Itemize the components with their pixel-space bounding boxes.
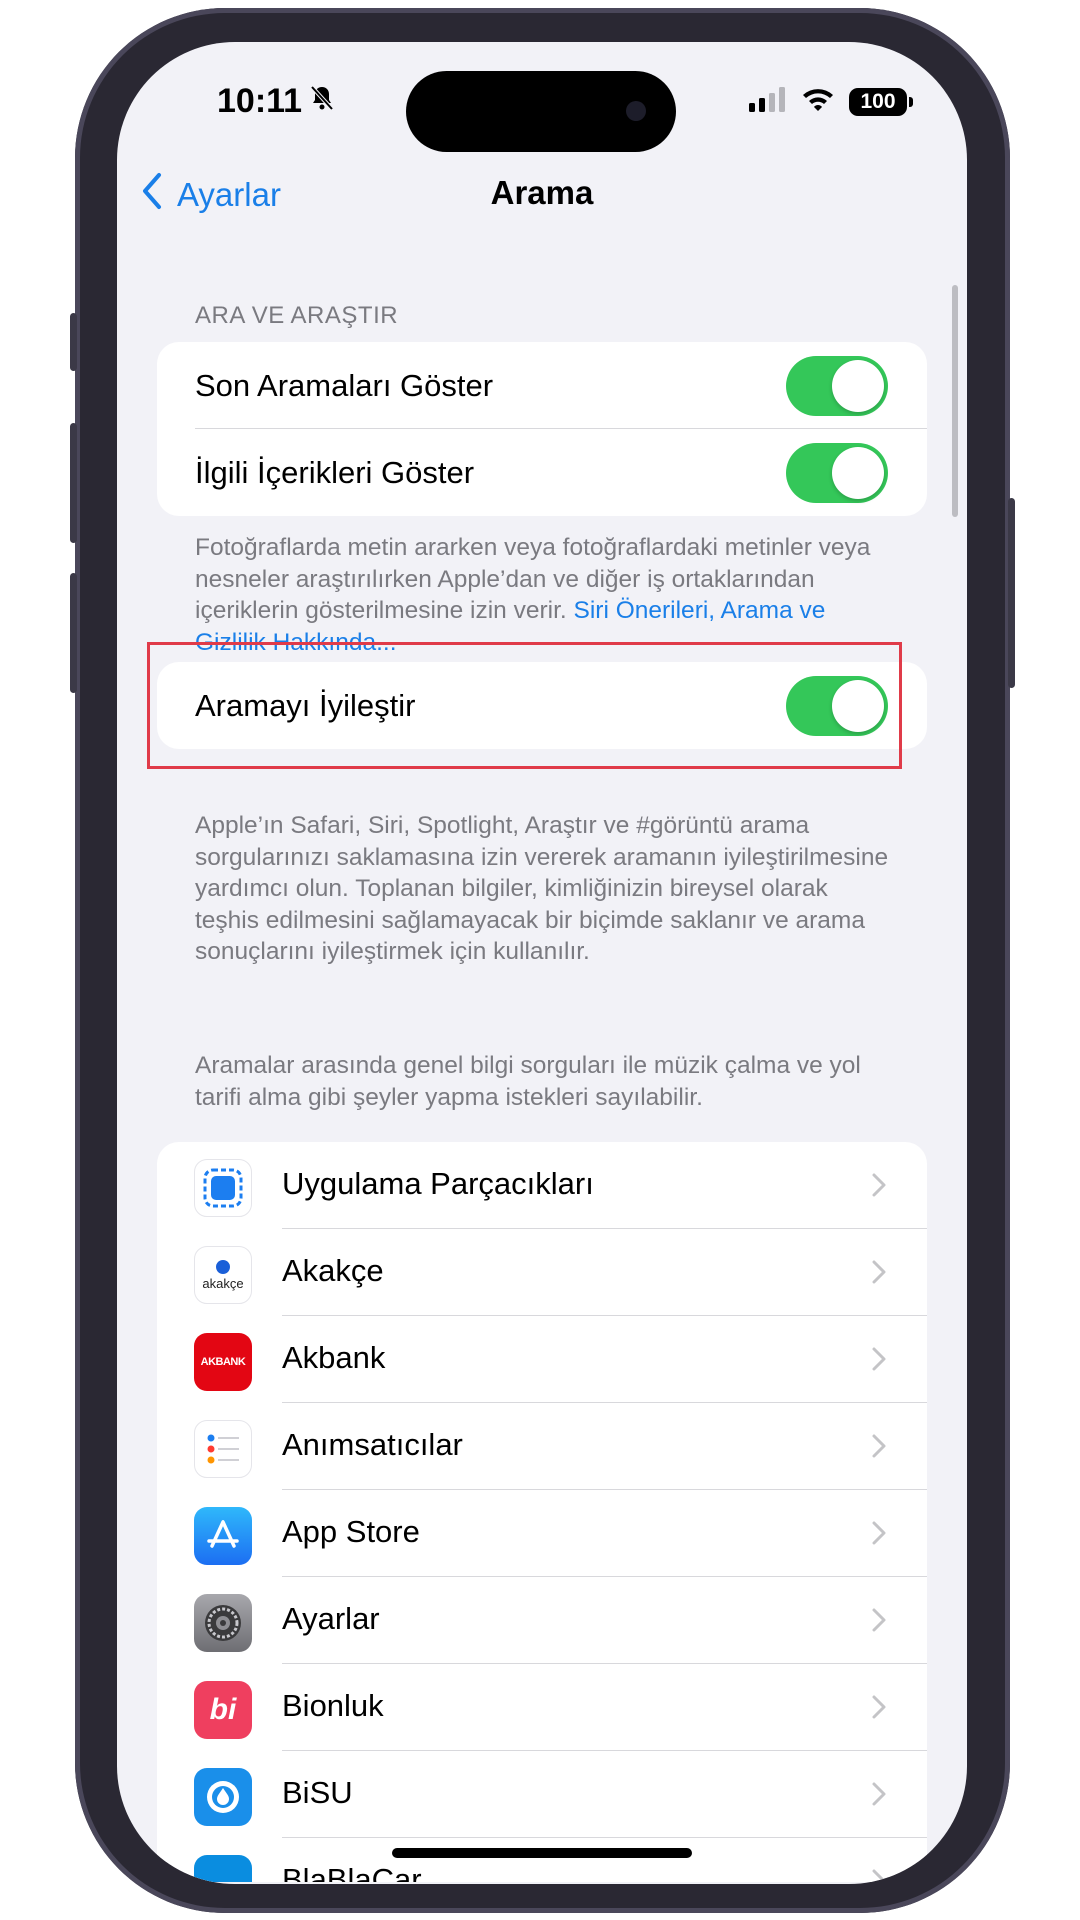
chevron-right-icon (871, 1781, 887, 1812)
checkmark-badge-icon (216, 1259, 230, 1274)
chevron-right-icon (871, 1346, 887, 1377)
list-item[interactable]: bi Bionluk (157, 1664, 927, 1751)
show-related-content-toggle[interactable] (786, 442, 888, 503)
bionluk-icon: bi (194, 1681, 252, 1739)
improve-search-footnote: Apple’ın Safari, Siri, Spotlight, Araştı… (195, 812, 889, 965)
chevron-right-icon (871, 1259, 887, 1290)
toggle-knob (832, 446, 884, 499)
requests-footnote: Aramalar arasında genel bilgi sorguları … (195, 1052, 861, 1111)
apps-list: Uygulama Parçacıkları akakçe Akakçe AKBA… (157, 1142, 927, 1882)
chevron-right-icon (871, 1172, 887, 1203)
search-toggles-group: Son Aramaları Göster İlgili İçerikleri G… (157, 342, 927, 516)
volume-up-button (70, 423, 77, 543)
list-item[interactable]: AKBANK Akbank (157, 1316, 927, 1403)
app-label: Anımsatıcılar (282, 1427, 463, 1462)
bisu-icon (194, 1768, 252, 1826)
list-item[interactable]: BiSU (157, 1751, 927, 1838)
chevron-right-icon (871, 1433, 887, 1464)
status-icons: 100 (747, 86, 913, 117)
front-camera (626, 101, 646, 121)
show-recent-searches-row: Son Aramaları Göster (157, 342, 927, 429)
highlight-box (147, 642, 902, 769)
silent-bell-icon (308, 82, 336, 121)
battery-icon: 100 (849, 87, 913, 116)
cellular-signal-icon (747, 86, 787, 117)
list-item[interactable]: Anımsatıcılar (157, 1403, 927, 1490)
blablacar-icon (194, 1855, 252, 1882)
app-label: App Store (282, 1514, 420, 1549)
scroll-indicator[interactable] (952, 285, 958, 517)
app-label: Akakçe (282, 1253, 384, 1288)
home-indicator[interactable] (392, 1848, 692, 1858)
list-item[interactable]: App Store (157, 1490, 927, 1577)
screen: 10:11 100 Ayarlar Arama ARA VE ARAŞTIR S… (117, 42, 967, 1884)
section-header: ARA VE ARAŞTIR (195, 302, 399, 329)
app-label: BlaBlaCar (282, 1862, 422, 1882)
show-recent-searches-toggle[interactable] (786, 355, 888, 416)
action-button (70, 313, 77, 371)
list-item[interactable]: Uygulama Parçacıkları (157, 1142, 927, 1229)
volume-down-button (70, 573, 77, 693)
app-store-icon (194, 1507, 252, 1565)
show-related-content-label: İlgili İçerikleri Göster (195, 454, 475, 490)
app-label: Bionluk (282, 1688, 384, 1723)
related-content-footnote: Fotoğraflarda metin ararken veya fotoğra… (195, 532, 895, 658)
bionluk-icon-text: bi (209, 1693, 237, 1726)
page-title: Arama (490, 174, 594, 211)
list-item[interactable]: BlaBlaCar (157, 1838, 927, 1882)
chevron-right-icon (871, 1694, 887, 1725)
status-time: 10:11 (217, 82, 336, 121)
akbank-icon: AKBANK (194, 1333, 252, 1391)
akbank-icon-text: AKBANK (200, 1356, 246, 1368)
list-item[interactable]: akakçe Akakçe (157, 1229, 927, 1316)
akakce-icon-text: akakçe (202, 1275, 244, 1291)
show-recent-searches-label: Son Aramaları Göster (195, 367, 494, 403)
akakce-icon: akakçe (194, 1246, 252, 1304)
app-label: Ayarlar (282, 1601, 380, 1636)
show-related-content-row: İlgili İçerikleri Göster (157, 429, 927, 516)
app-clips-icon (194, 1159, 252, 1217)
app-label: Uygulama Parçacıkları (282, 1166, 594, 1201)
power-button (1008, 498, 1015, 688)
app-label: BiSU (282, 1775, 353, 1810)
navigation-bar: Ayarlar Arama (117, 172, 967, 232)
dynamic-island (406, 71, 676, 152)
wifi-icon (801, 86, 835, 117)
chevron-right-icon (871, 1607, 887, 1638)
list-item[interactable]: Ayarlar (157, 1577, 927, 1664)
app-label: Akbank (282, 1340, 386, 1375)
chevron-right-icon (871, 1520, 887, 1551)
reminders-icon (194, 1420, 252, 1478)
status-time-label: 10:11 (217, 82, 303, 120)
toggle-knob (832, 359, 884, 412)
chevron-right-icon (871, 1868, 887, 1882)
settings-icon (194, 1594, 252, 1652)
